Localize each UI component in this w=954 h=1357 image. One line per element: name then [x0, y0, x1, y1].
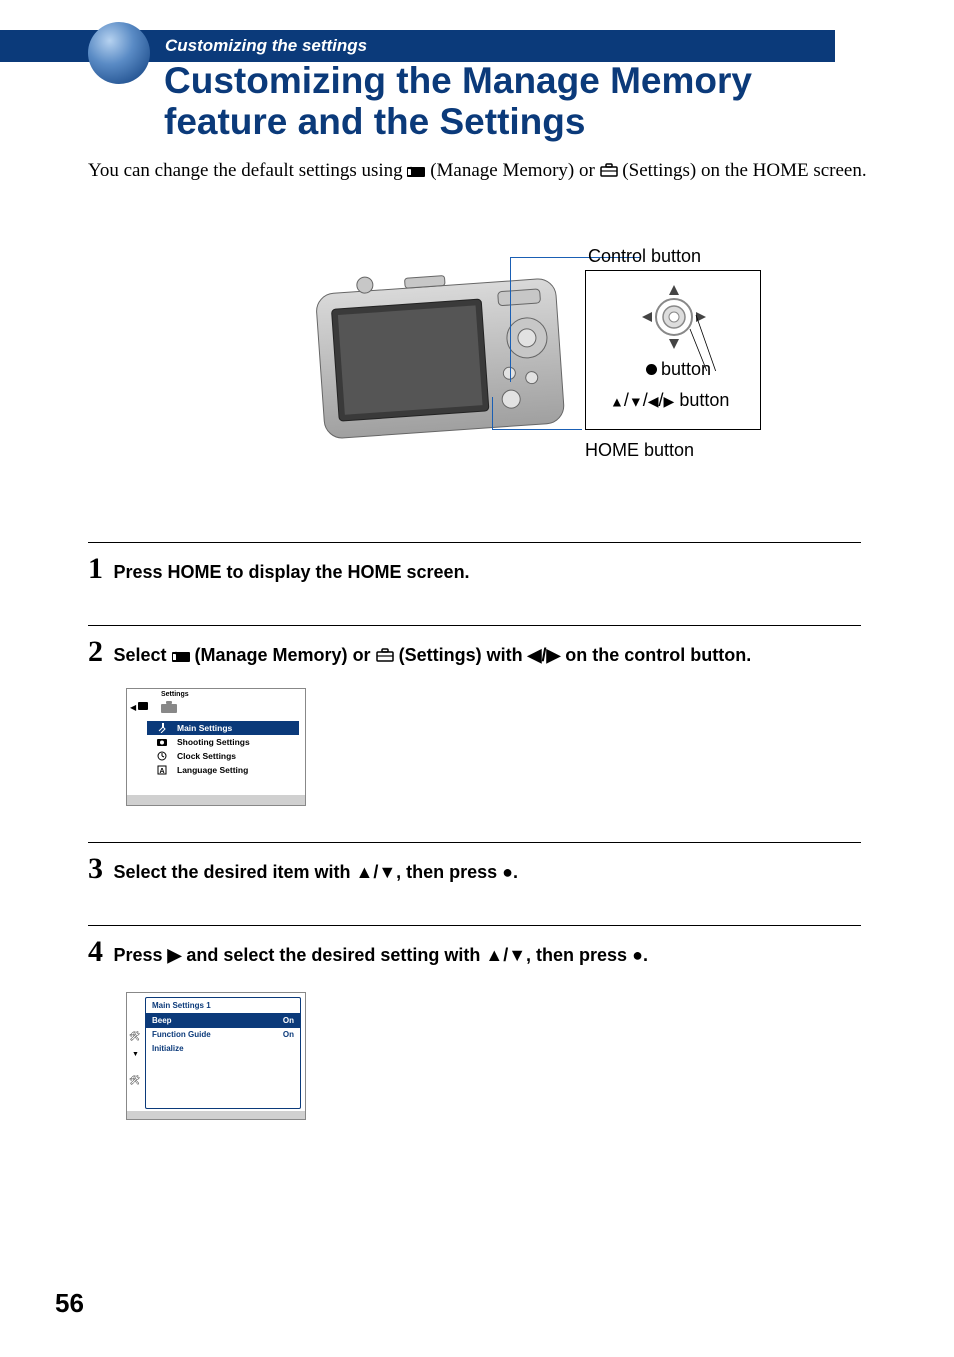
- step-4: 4 Press ▶ and select the desired setting…: [88, 935, 861, 969]
- section-label: Customizing the settings: [165, 36, 367, 56]
- menu-row: Shooting Settings: [147, 735, 299, 749]
- step-text: Select (Manage Memory) or (Settings) wit…: [113, 645, 751, 665]
- settings-menu-screenshot: Settings ◀ Main Settings Shooting Settin…: [126, 688, 306, 806]
- page-number: 56: [55, 1288, 84, 1319]
- step-rule: [88, 625, 861, 626]
- center-button-label: button: [646, 359, 711, 380]
- control-button-label: Control button: [588, 246, 701, 267]
- manage-memory-icon: [407, 159, 425, 185]
- camera-illustration: [310, 266, 570, 446]
- screen-statusbar: [127, 795, 305, 805]
- panel-title: Main Settings 1: [146, 998, 300, 1014]
- intro-text-1: You can change the default settings usin…: [88, 160, 407, 181]
- menu-row: A Language Setting: [147, 763, 299, 777]
- step-number: 2: [88, 635, 103, 669]
- step-text: Select the desired item with ▲/▼, then p…: [113, 862, 518, 882]
- intro-or: or: [579, 160, 600, 181]
- svg-text:A: A: [159, 768, 164, 775]
- tool-icon: 🛠: [129, 1031, 140, 1042]
- step-1: 1 Press HOME to display the HOME screen.: [88, 552, 861, 586]
- screen-statusbar: [127, 1111, 305, 1119]
- home-button-label: HOME button: [585, 440, 694, 461]
- language-icon: A: [157, 765, 167, 775]
- step-3: 3 Select the desired item with ▲/▼, then…: [88, 852, 861, 886]
- settings-panel: Main Settings 1 Beep On Function Guide O…: [145, 997, 301, 1109]
- setting-row: Initialize: [146, 1042, 300, 1056]
- manage-memory-icon: [172, 646, 190, 667]
- step-rule: [88, 842, 861, 843]
- main-settings-screenshot: 🛠 ▼ 🛠 Main Settings 1 Beep On Function G…: [126, 992, 306, 1120]
- step-2: 2 Select (Manage Memory) or (Settings): [88, 635, 861, 669]
- intro-icon-1-label: (Manage Memory): [430, 160, 574, 181]
- camera-icon: [157, 737, 167, 747]
- settings-toolbox-icon: [376, 646, 394, 667]
- page-title: Customizing the Manage Memory feature an…: [164, 60, 864, 143]
- step-number: 1: [88, 552, 103, 586]
- step-text: Press ▶ and select the desired setting w…: [113, 945, 648, 965]
- down-arrow-icon: ▼: [132, 1051, 139, 1058]
- intro-text-2: on the HOME screen.: [701, 160, 867, 181]
- arrow-left-icon: ◀: [130, 703, 136, 712]
- memory-card-icon: [138, 702, 148, 710]
- clock-icon: [157, 751, 167, 761]
- callout-line: [492, 429, 582, 430]
- setting-row: Function Guide On: [146, 1028, 300, 1042]
- step-rule: [88, 542, 861, 543]
- screen-heading: Settings: [161, 691, 189, 698]
- black-dot-icon: [646, 364, 657, 375]
- toolbox-icon: [161, 701, 177, 713]
- screen-left-toolbar: 🛠 ▼ 🛠: [127, 993, 145, 1119]
- chapter-icon-circle: [88, 22, 150, 84]
- callout-line: [492, 397, 493, 429]
- menu-row: Clock Settings: [147, 749, 299, 763]
- step-text: Press HOME to display the HOME screen.: [113, 562, 469, 582]
- step-rule: [88, 925, 861, 926]
- manual-page: Customizing the settings Customizing the…: [0, 0, 954, 1357]
- tool-icon: [157, 723, 167, 733]
- screen-menu-list: Main Settings Shooting Settings Clock Se…: [147, 721, 299, 777]
- callout-line: [510, 257, 511, 382]
- camera-figure: Control button button ▲/▼/◀/▶: [310, 242, 780, 477]
- intro-paragraph: You can change the default settings usin…: [88, 158, 868, 184]
- step-number: 3: [88, 852, 103, 886]
- menu-row-selected: Main Settings: [147, 721, 299, 735]
- direction-button-label: ▲/▼/◀/▶ button: [610, 390, 729, 411]
- step-number: 4: [88, 935, 103, 969]
- tool-icon: 🛠: [129, 1075, 140, 1086]
- intro-icon-2-label: (Settings): [622, 160, 696, 181]
- setting-row-selected: Beep On: [146, 1014, 300, 1028]
- settings-toolbox-icon: [600, 159, 618, 185]
